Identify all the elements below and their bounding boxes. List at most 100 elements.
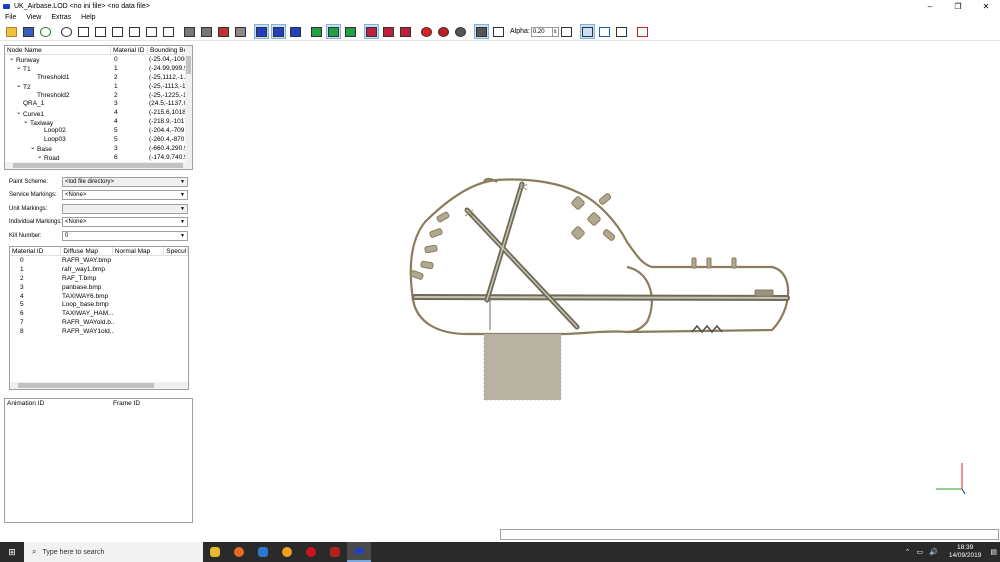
select-blue-2-icon[interactable] bbox=[271, 24, 286, 39]
maximize-button[interactable]: ❐ bbox=[944, 0, 972, 12]
col-normal-map[interactable]: Normal Map bbox=[113, 247, 165, 256]
zoom-fit-icon[interactable] bbox=[59, 24, 74, 39]
col-frame-id[interactable]: Frame ID bbox=[111, 399, 140, 408]
axes-icon[interactable] bbox=[597, 24, 612, 39]
texture-icon[interactable] bbox=[38, 24, 53, 39]
select-red-3-icon[interactable] bbox=[398, 24, 413, 39]
bounding-box-icon[interactable] bbox=[559, 24, 574, 39]
select-green-2-icon[interactable] bbox=[326, 24, 341, 39]
app-red-icon[interactable] bbox=[323, 542, 347, 562]
material-row[interactable]: 6 TAXIWAY_HAM... bbox=[10, 309, 188, 318]
select-green-3-icon[interactable] bbox=[343, 24, 358, 39]
col-material-id[interactable]: Material ID bbox=[10, 247, 62, 256]
menu-view[interactable]: View bbox=[21, 14, 46, 21]
firefox-icon[interactable] bbox=[227, 542, 251, 562]
tree-row[interactable]: ⌄ T1 1 (-24.99,999.9, bbox=[5, 64, 192, 73]
grid-icon[interactable] bbox=[579, 24, 595, 39]
material-row[interactable]: 1 rafr_way1.bmp bbox=[10, 265, 188, 274]
view-left-icon[interactable] bbox=[110, 24, 125, 39]
property-dropdown[interactable]: ▼ bbox=[62, 203, 188, 214]
col-diffuse-map[interactable]: Diffuse Map bbox=[61, 247, 113, 256]
minimize-button[interactable]: – bbox=[916, 0, 944, 12]
lod-editor-taskbar-icon[interactable] bbox=[347, 542, 371, 562]
select-green-1-icon[interactable] bbox=[309, 24, 324, 39]
chevron-down-icon[interactable]: ▼ bbox=[180, 233, 187, 239]
select-red-1-icon[interactable] bbox=[364, 24, 379, 39]
normals-icon[interactable] bbox=[614, 24, 629, 39]
col-specular-map[interactable]: Specul bbox=[164, 247, 188, 256]
col-material-id[interactable]: Material ID bbox=[111, 46, 148, 55]
expand-toggle-icon[interactable]: ⌄ bbox=[37, 152, 44, 160]
tree-row[interactable]: Threshold2 2 (-25,-1225,-1. bbox=[5, 91, 192, 100]
materials-list[interactable]: Material ID Diffuse Map Normal Map Specu… bbox=[9, 246, 189, 390]
col-bounding-box[interactable]: Bounding Bo bbox=[148, 46, 186, 55]
col-node-name[interactable]: Node Name bbox=[5, 46, 111, 55]
save-icon[interactable] bbox=[21, 24, 36, 39]
col-animation-id[interactable]: Animation ID bbox=[5, 399, 111, 408]
view-right-icon[interactable] bbox=[127, 24, 142, 39]
tree-row[interactable]: ⌄ Taxiway 4 (-218.9,-1017, bbox=[5, 117, 192, 127]
notifications-icon[interactable]: ▤ bbox=[990, 548, 997, 556]
expand-toggle-icon[interactable]: ⌄ bbox=[16, 108, 23, 116]
tree-row[interactable]: ⌄ Road 6 (-174.9,740.9 bbox=[5, 153, 192, 162]
expand-toggle-icon[interactable]: ⌄ bbox=[9, 54, 16, 62]
tree-vscrollbar[interactable] bbox=[185, 46, 192, 169]
alpha-input[interactable]: 0.20 bbox=[530, 26, 553, 37]
file-explorer-icon[interactable] bbox=[203, 542, 227, 562]
select-blue-3-icon[interactable] bbox=[288, 24, 303, 39]
expand-toggle-icon[interactable]: ⌄ bbox=[23, 117, 30, 125]
opera-icon[interactable] bbox=[299, 542, 323, 562]
view-front-icon[interactable] bbox=[76, 24, 91, 39]
alpha-toggle-icon[interactable] bbox=[491, 24, 506, 39]
expand-toggle-icon[interactable]: ⌄ bbox=[30, 143, 37, 151]
chevron-down-icon[interactable]: ▼ bbox=[180, 179, 187, 185]
property-dropdown[interactable]: <None> ▼ bbox=[62, 217, 188, 228]
material-row[interactable]: 4 TAXIWAY6.bmp bbox=[10, 292, 188, 301]
light-red-icon[interactable] bbox=[436, 24, 451, 39]
light-grey-icon[interactable] bbox=[453, 24, 468, 39]
alpha-cube-icon[interactable] bbox=[474, 24, 489, 39]
property-dropdown[interactable]: <None> ▼ bbox=[62, 190, 188, 201]
wireframe-icon[interactable] bbox=[182, 24, 197, 39]
material-row[interactable]: 8 RAFR_WAY1old.... bbox=[10, 327, 188, 336]
windows-start-icon[interactable]: ⊞ bbox=[0, 542, 24, 562]
view-top-icon[interactable] bbox=[144, 24, 159, 39]
close-button[interactable]: ✕ bbox=[972, 0, 1000, 12]
animation-list[interactable]: Animation ID Frame ID bbox=[4, 398, 193, 523]
tools-icon[interactable] bbox=[635, 24, 650, 39]
3d-viewport[interactable] bbox=[197, 42, 1000, 527]
tree-row[interactable]: Loop02 5 (-204.4,-709.4 bbox=[5, 126, 192, 135]
expand-toggle-icon[interactable]: ⌄ bbox=[16, 81, 23, 89]
menu-file[interactable]: File bbox=[0, 14, 21, 21]
menu-help[interactable]: Help bbox=[76, 14, 100, 21]
tree-row[interactable]: ⌄ T2 1 (-25,-1113,-1. bbox=[5, 82, 192, 91]
expand-toggle-icon[interactable]: ⌄ bbox=[16, 63, 23, 71]
material-row[interactable]: 5 Loop_base.bmp bbox=[10, 300, 188, 309]
open-folder-icon[interactable] bbox=[4, 24, 19, 39]
smooth-shade-icon[interactable] bbox=[216, 24, 231, 39]
clock[interactable]: 18:39 14/09/2019 bbox=[949, 544, 982, 560]
network-icon[interactable]: ▭ bbox=[916, 548, 923, 556]
app-yellow-icon[interactable] bbox=[275, 542, 299, 562]
chevron-down-icon[interactable]: ▼ bbox=[180, 192, 187, 198]
material-row[interactable]: 3 panbase.bmp bbox=[10, 283, 188, 292]
material-row[interactable]: 2 RAF_T.bmp bbox=[10, 274, 188, 283]
view-bottom-icon[interactable] bbox=[161, 24, 176, 39]
texture-shade-icon[interactable] bbox=[233, 24, 248, 39]
flat-shade-icon[interactable] bbox=[199, 24, 214, 39]
chevron-down-icon[interactable]: ▼ bbox=[180, 206, 187, 212]
light-icon[interactable] bbox=[419, 24, 434, 39]
tray-arrow-icon[interactable]: ⌃ bbox=[905, 548, 911, 556]
select-blue-1-icon[interactable] bbox=[254, 24, 269, 39]
volume-icon[interactable]: 🔊 bbox=[929, 548, 938, 556]
property-dropdown[interactable]: <lod file directory> ▼ bbox=[62, 176, 188, 187]
tree-hscrollbar[interactable] bbox=[5, 162, 192, 169]
chevron-down-icon[interactable]: ▼ bbox=[180, 219, 187, 225]
menu-extras[interactable]: Extras bbox=[46, 14, 76, 21]
materials-hscrollbar[interactable] bbox=[10, 382, 188, 389]
app-blue-icon[interactable] bbox=[251, 542, 275, 562]
node-tree[interactable]: Node Name Material ID Bounding Bo ⌄ Runwa… bbox=[4, 45, 193, 170]
material-row[interactable]: 0 RAFR_WAY.bmp bbox=[10, 256, 188, 265]
taskbar-search[interactable]: ⌕ Type here to search bbox=[24, 542, 203, 562]
select-red-2-icon[interactable] bbox=[381, 24, 396, 39]
